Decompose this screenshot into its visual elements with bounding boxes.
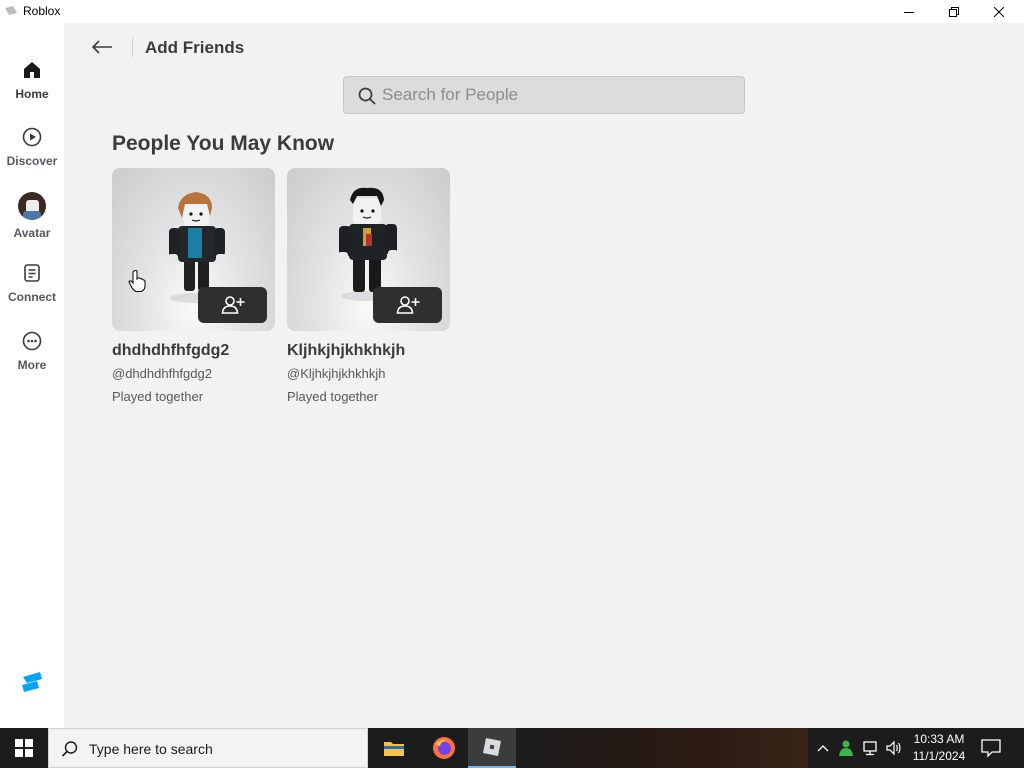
roblox-app-icon [5,6,17,15]
start-button[interactable] [0,728,48,768]
person-display-name[interactable]: dhdhdhfhfgdg2 [112,342,275,360]
sidebar-item-label: More [17,358,47,372]
sidebar-item-avatar[interactable]: Avatar [0,192,64,252]
sidebar-item-home[interactable]: Home [0,59,64,119]
person-username: @Kljhkjhjkhkhkjh [287,366,386,381]
taskbar: Type here to search 10:33 AM 11/1/2024 [0,728,1024,768]
search-icon [358,87,376,105]
person-status: Played together [287,389,379,404]
taskbar-search-box[interactable]: Type here to search [48,728,368,768]
folder-icon [384,742,404,756]
sidebar-item-connect[interactable]: Connect [0,262,64,322]
sidebar-item-label: Discover [6,154,58,168]
taskbar-search-placeholder: Type here to search [89,741,213,757]
restore-button[interactable] [931,0,977,23]
avatar-thumbnail[interactable] [287,168,450,331]
sidebar-item-label: Home [15,87,49,101]
person-status: Played together [112,389,204,404]
add-friend-button[interactable] [198,287,267,323]
search-icon [61,741,78,757]
person-card[interactable]: Kljhkjhjkhkhkjh @Kljhkjhjkhkhkjh Played … [287,168,450,404]
add-user-icon [396,296,419,314]
person-display-name[interactable]: Kljhkjhjkhkhkjh [287,342,450,360]
roblox-icon [483,738,501,756]
sidebar: Home Discover Avatar Connect More [0,23,64,728]
chevron-up-icon[interactable] [813,738,833,758]
avatar-thumbnail[interactable] [112,168,275,331]
clock-date: 11/1/2024 [912,749,966,763]
home-icon [21,59,43,81]
hand-cursor-icon [128,270,146,292]
clock-time: 10:33 AM [913,732,965,746]
back-button[interactable] [90,37,114,57]
windows-logo-icon [15,739,33,757]
page-title: Add Friends [145,38,245,57]
close-button[interactable] [976,0,1022,23]
sidebar-item-more[interactable]: More [0,330,64,390]
minimize-button[interactable] [886,0,932,23]
sidebar-item-label: Connect [8,290,56,304]
network-icon[interactable] [861,738,881,758]
search-box[interactable] [343,76,745,114]
taskbar-empty-area [518,728,808,768]
taskbar-firefox[interactable] [420,728,468,768]
arrow-left-icon [91,40,112,54]
avatar-icon [18,192,46,220]
window-title: Roblox [23,4,61,18]
taskbar-clock[interactable]: 10:33 AM 11/1/2024 [908,731,970,765]
firefox-icon [433,737,455,759]
play-circle-icon [21,126,43,148]
roblox-studio-icon[interactable] [20,670,44,694]
people-icon[interactable] [836,738,856,758]
taskbar-roblox[interactable] [468,728,516,768]
chat-icon [21,262,43,284]
volume-icon[interactable] [884,738,904,758]
add-friend-button[interactable] [373,287,442,323]
sidebar-item-discover[interactable]: Discover [0,126,64,186]
window-titlebar: Roblox [0,0,1024,23]
search-input[interactable] [382,77,732,113]
section-title: People You May Know [112,132,335,155]
main-content: Add Friends People You May Know [64,23,1024,728]
add-user-icon [221,296,244,314]
taskbar-file-explorer[interactable] [370,728,418,768]
header-divider [132,37,133,57]
more-icon [21,330,43,352]
sidebar-item-label: Avatar [13,226,51,240]
notification-icon[interactable] [980,738,1002,758]
person-username: @dhdhdhfhfgdg2 [112,366,212,381]
